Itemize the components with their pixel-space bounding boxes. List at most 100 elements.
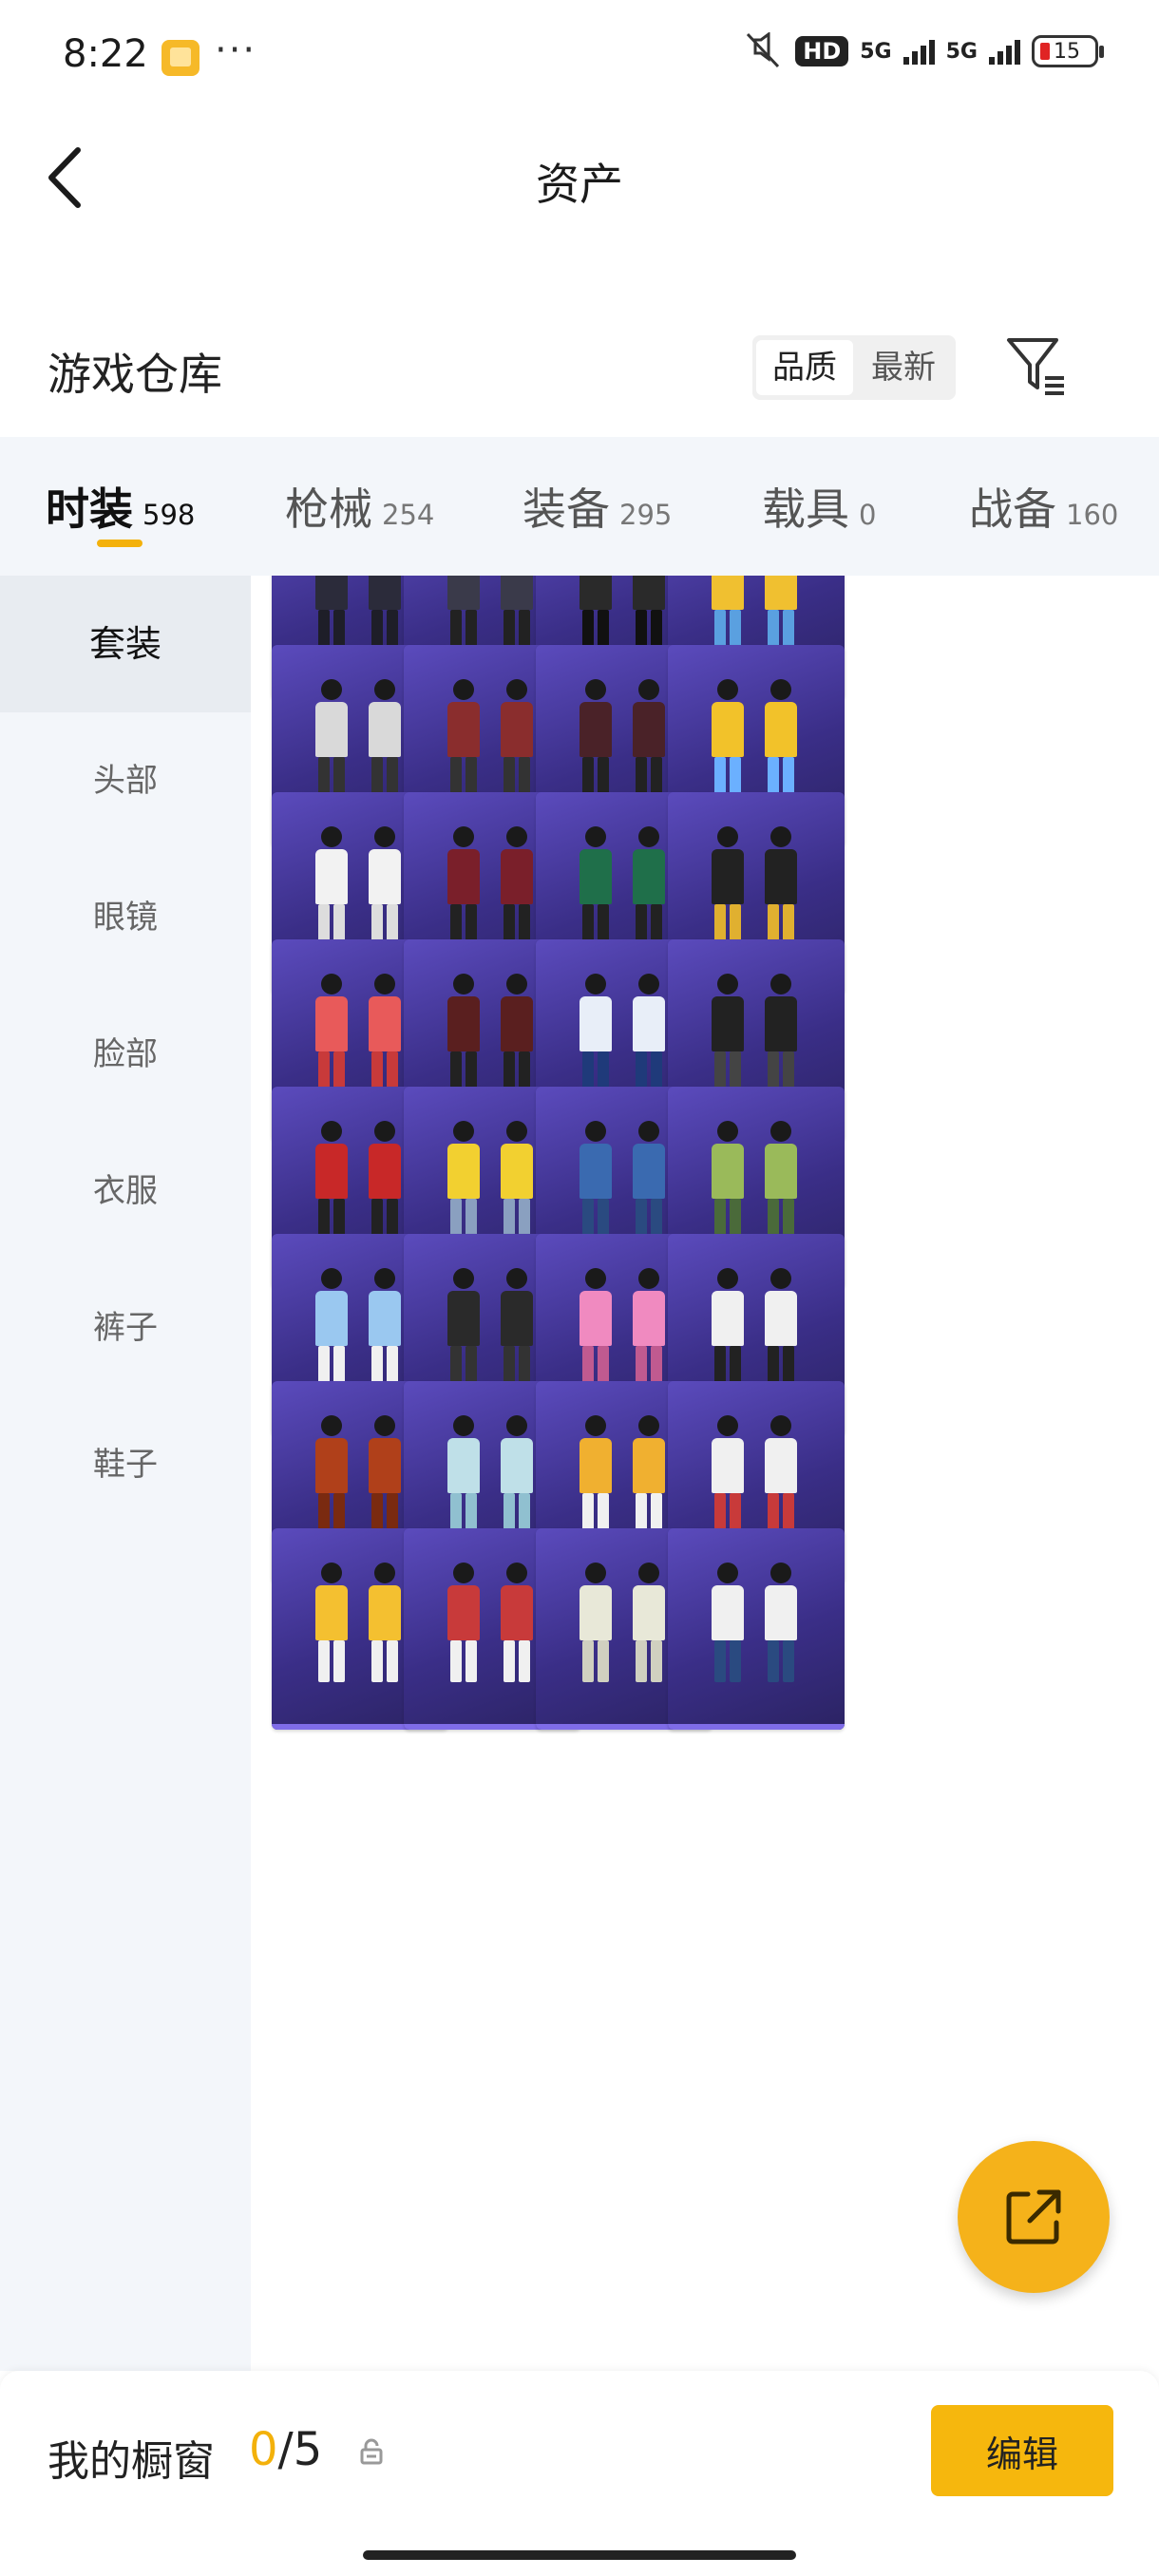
tab-count: 0 [859, 499, 877, 531]
edit-button[interactable]: 编辑 [931, 2405, 1113, 2496]
outfit-figure [633, 576, 665, 652]
outfit-figure [447, 1268, 480, 1388]
sidebar-item-head[interactable]: 头部 [0, 712, 251, 849]
outfit-figure [501, 974, 533, 1093]
outfit-figure [501, 576, 533, 652]
outfit-figure [447, 1563, 480, 1682]
outfit-figure [712, 1415, 744, 1535]
sidebar-item-glasses[interactable]: 眼镜 [0, 849, 251, 986]
outfit-figure [580, 826, 612, 946]
tab-fashion[interactable]: 时装 598 [46, 475, 195, 538]
sort-quality-button[interactable]: 品质 [756, 340, 853, 395]
outfit-figure [369, 1563, 401, 1682]
share-button[interactable] [958, 2141, 1110, 2293]
outfit-figure [765, 679, 797, 799]
battery-level: 15 [1054, 39, 1080, 64]
tab-label: 时装 [46, 483, 133, 535]
outfit-figure [765, 974, 797, 1093]
outfit-figure [447, 974, 480, 1093]
outfit-figure [369, 974, 401, 1093]
outfit-figure [712, 826, 744, 946]
outfit-figure [369, 826, 401, 946]
signal-icon-2 [989, 38, 1020, 65]
tab-label: 装备 [522, 483, 610, 535]
item-grid: 套装-SS28...套装-吉莉礼服套装-黑色伏...套装-海盐绵...套装-冷焰… [251, 576, 1159, 2371]
outfit-figure [765, 1268, 797, 1388]
sidebar-item-clothes[interactable]: 衣服 [0, 1123, 251, 1260]
outfit-figure [580, 1121, 612, 1241]
outfit-figure [315, 576, 348, 652]
active-tab-indicator [97, 540, 142, 547]
sidebar-item-face[interactable]: 脸部 [0, 986, 251, 1123]
outfit-figure [765, 1415, 797, 1535]
outfit-figure [633, 974, 665, 1093]
network-type-1: 5G [860, 39, 892, 64]
sidebar-item-shoes[interactable]: 鞋子 [0, 1396, 251, 1533]
tab-firearms[interactable]: 枪械 254 [285, 475, 434, 538]
outfit-figure [580, 679, 612, 799]
tab-count: 598 [142, 499, 196, 531]
outfit-figure [369, 1268, 401, 1388]
outfit-figure [447, 1415, 480, 1535]
outfit-figure [712, 576, 744, 652]
outfit-figure [580, 1415, 612, 1535]
status-bar: 8:22 ··· HD 5G 5G 15 [0, 0, 1159, 104]
outfit-figure [315, 1121, 348, 1241]
outfit-figure [501, 1563, 533, 1682]
rarity-strip [668, 1724, 845, 1730]
outfit-figure [580, 1268, 612, 1388]
battery-icon: 15 [1032, 35, 1104, 67]
status-icons: HD 5G 5G 15 [742, 32, 1104, 70]
showcase-label: 我的橱窗 [48, 2437, 215, 2486]
outfit-figure [315, 1268, 348, 1388]
outfit-figure [369, 1415, 401, 1535]
outfit-figure [633, 1121, 665, 1241]
outfit-figure [712, 974, 744, 1093]
network-type-2: 5G [945, 39, 978, 64]
outfit-figure [315, 826, 348, 946]
outfit-figure [501, 1415, 533, 1535]
tab-label: 战备 [969, 483, 1056, 535]
outfit-figure [765, 1563, 797, 1682]
sidebar-item-suit[interactable]: 套装 [0, 576, 251, 712]
more-notifications-icon: ··· [215, 28, 257, 72]
page-title: 资产 [536, 159, 623, 210]
sidebar-item-pants[interactable]: 裤子 [0, 1260, 251, 1396]
lock-icon [360, 2438, 383, 2465]
filter-icon[interactable] [1003, 332, 1068, 399]
outfit-figure [712, 1121, 744, 1241]
outfit-figure [501, 679, 533, 799]
tab-label: 枪械 [285, 483, 372, 535]
outfit-figure [765, 576, 797, 652]
mute-icon [747, 32, 780, 68]
sort-newest-button[interactable]: 最新 [855, 340, 952, 395]
showcase-current: 0 [249, 2423, 278, 2476]
outfit-figure [712, 1563, 744, 1682]
subcategory-sidebar: 套装 头部 眼镜 脸部 衣服 裤子 鞋子 [0, 576, 251, 2371]
outfit-figure [447, 576, 480, 652]
notification-app-icon [162, 40, 200, 76]
tab-equipment[interactable]: 装备 295 [522, 475, 672, 538]
tab-count: 295 [619, 499, 673, 531]
outfit-figure [633, 1415, 665, 1535]
outfit-figure [447, 1121, 480, 1241]
outfit-figure [712, 679, 744, 799]
outfit-figure [501, 826, 533, 946]
outfit-figure [315, 974, 348, 1093]
outfit-figure [633, 679, 665, 799]
outfit-figure [315, 679, 348, 799]
home-indicator[interactable] [363, 2550, 796, 2560]
sort-toggle: 品质 最新 [752, 335, 956, 400]
item-card[interactable] [668, 1528, 845, 1730]
status-time: 8:22 [63, 32, 148, 76]
outfit-figure [765, 1121, 797, 1241]
tab-vehicles[interactable]: 载具 0 [762, 475, 876, 538]
category-tabs: 时装 598 枪械 254 装备 295 载具 0 战备 160 [0, 437, 1159, 576]
outfit-figure [315, 1563, 348, 1682]
outfit-figure [447, 826, 480, 946]
tab-battle-gear[interactable]: 战备 160 [969, 475, 1118, 538]
outfit-figure [633, 826, 665, 946]
outfit-figure [369, 576, 401, 652]
tab-label: 载具 [762, 483, 849, 535]
outfit-figure [369, 1121, 401, 1241]
